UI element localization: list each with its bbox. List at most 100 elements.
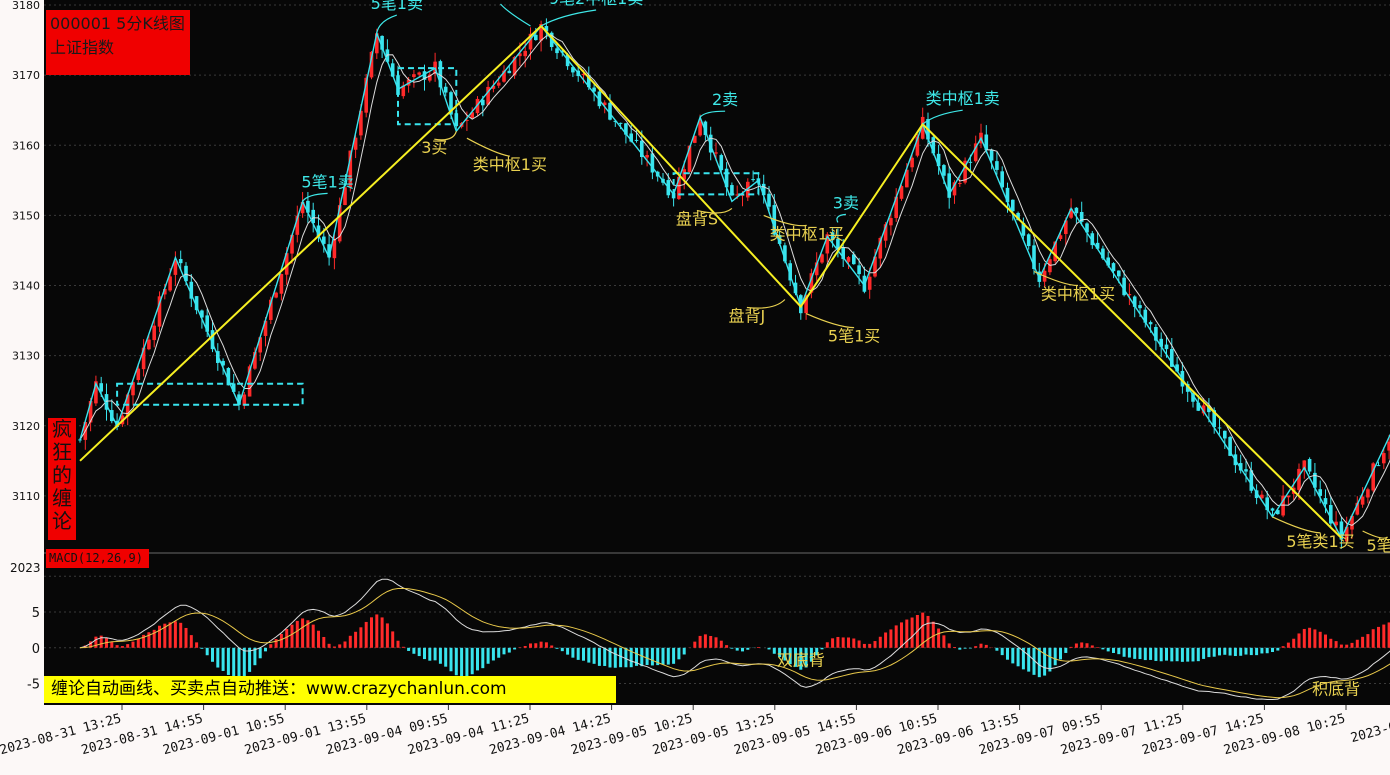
chart-stage: 3180 3170 3160 3150 3140 3130 3120 3110 5 0 -5 2023… [0,0,1390,775]
candle-down [767,193,771,207]
annotation-arrow [805,313,855,329]
annotation-arrow [500,3,531,27]
annotation-arrow [540,9,597,27]
side-char: 疯 [52,417,72,441]
candle-up [846,257,851,262]
segment-line [79,24,1343,539]
promo-banner: 缠论自动画线、买卖点自动推送：www.crazychanlun.com [44,676,616,703]
annotation-label: 盘背S [676,209,718,228]
candle-up [412,74,416,78]
x-tick-label: 2023-09-08 [1349,711,1390,746]
annotation-label: 盘背J [729,307,766,326]
chart-title-box: 000001 5分K线图 上证指数 [46,10,190,75]
candle-up [152,325,156,341]
candle-down [507,70,512,74]
candle-up [1360,496,1365,505]
candle-up [714,152,718,154]
side-label: 疯 狂 的 缠 论 [48,418,76,540]
macd-label: MACD(12,26,9) [46,549,149,568]
candle-down [942,165,946,176]
price-tick-label: 3150 [12,209,40,222]
candle-down [1117,270,1121,277]
annotation-label: 2卖 [712,90,738,109]
candle-down [534,34,538,41]
candle-up [332,239,337,259]
annotation-label: 5笔1卖 [371,0,423,13]
candle-down [730,185,734,195]
candle-up [496,82,501,86]
candle-up [1286,495,1291,498]
chart-subtitle: 上证指数 [50,38,115,57]
annotation-arrow [466,137,510,157]
annotation-arrow [699,110,726,118]
candle-down [857,265,861,275]
zhongshu-box [116,382,304,406]
annotation-label: 类中枢1买 [473,155,547,174]
annotation-label: 超背0 [479,0,521,2]
candle-up [958,182,962,184]
annotation-label: 类中枢1卖 [926,89,1000,108]
annotation-label: 9笔2中枢1卖 [549,0,644,8]
annotation-arrow [302,192,328,202]
annotation-label: 类中枢1买 [1041,284,1115,303]
candle-up [867,276,872,290]
price-tick-label: 3160 [12,139,40,152]
candle-down [1011,199,1015,212]
side-char: 缠 [52,486,72,510]
annotation-label: 5笔类 [1367,536,1390,555]
price-tick-label: 3120 [12,420,40,433]
annotation-label: 3卖 [833,193,859,212]
macd-annotation-label: 积底背 [1312,679,1360,698]
candle-up [1366,489,1370,498]
candle-up [523,50,527,57]
candle-up [645,155,649,158]
candle-down [1217,427,1222,429]
chart-title: 000001 5分K线图 [50,14,185,33]
zhongshu-box [397,67,458,126]
candle-down [1323,498,1328,505]
candle-up [1297,468,1301,490]
candle-up [279,273,284,294]
side-char: 论 [52,509,72,533]
annotation-arrow [376,14,397,34]
candle-down [1026,234,1031,247]
candle-down [178,258,183,264]
macd-tick-label: 0 [32,642,40,657]
candle-down [634,139,639,141]
price-tick-label: 3130 [12,350,40,363]
macd-annotation-label: 双底背 [777,651,825,670]
candle-down [995,161,999,170]
candle-down [1164,344,1169,350]
macd-tick-label: 5 [32,606,40,621]
candle-down [1376,465,1381,467]
candle-down [751,179,755,181]
price-tick-label: 3170 [12,69,40,82]
candle-up [1382,453,1386,464]
candle-up [274,292,278,298]
candle-up [889,218,893,226]
annotation-label: 类中枢1买 [770,224,844,243]
price-tick-label: 3140 [12,280,40,293]
candle-down [719,155,724,171]
candle-down [1111,263,1116,272]
candle-down [968,161,973,163]
annotation-label: 5笔1卖 [301,172,353,191]
side-char: 的 [52,463,72,487]
macd-tick-label: -5 [27,678,40,693]
side-char: 狂 [52,440,72,464]
annotation-label: 5笔1买 [828,327,880,346]
candle-up [698,121,702,136]
candle-up [910,157,914,168]
candle-down [1148,322,1153,325]
annotation-arrow [1272,516,1321,534]
annotation-label: 3买 [421,138,447,157]
candle-down [1074,207,1079,214]
macd-top-tick-label: 2023 [10,561,41,575]
candle-down [618,122,623,124]
candle-down [1270,508,1275,511]
candle-down [443,86,448,93]
annotation-label: 5笔类1买 [1286,532,1354,551]
candle-up [417,72,421,75]
candle-down [1223,430,1227,439]
candle-down [1244,469,1248,472]
